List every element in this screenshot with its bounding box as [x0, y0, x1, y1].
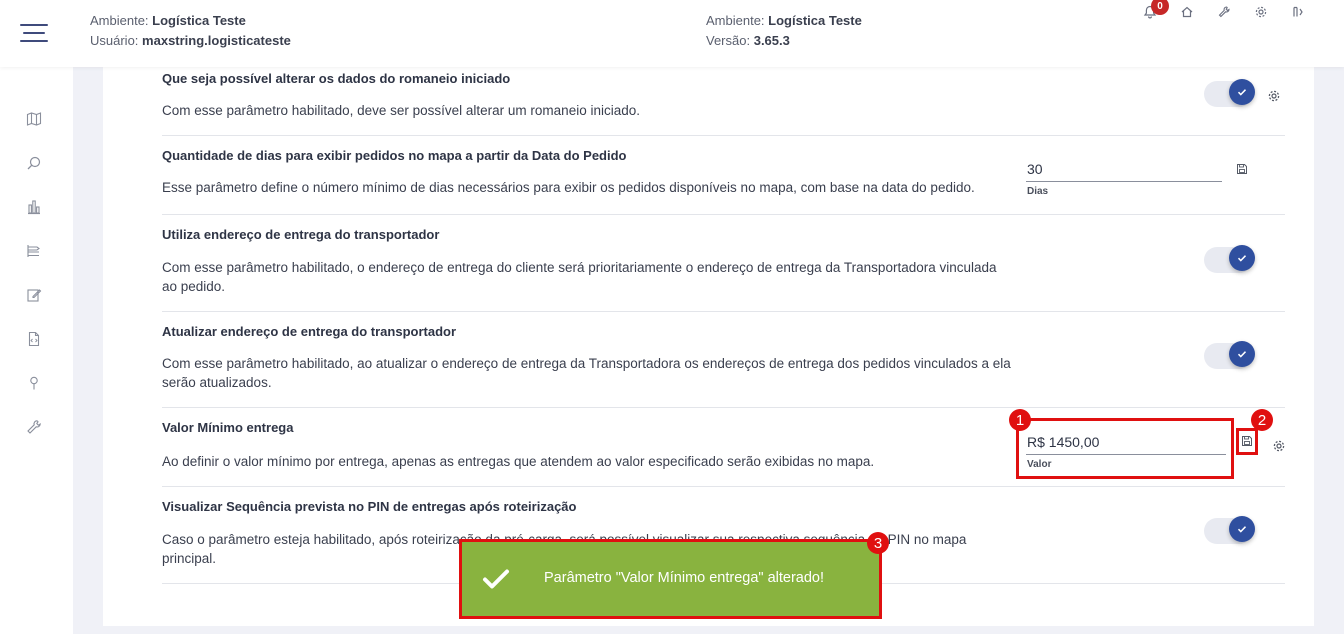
param-toggle[interactable]	[1204, 341, 1256, 369]
param-title: Atualizar endereço de entrega do transpo…	[162, 324, 457, 339]
sidebar-item-edit[interactable]	[24, 285, 44, 305]
sidebar-item-locations[interactable]	[24, 373, 44, 393]
divider	[162, 407, 1285, 408]
param-settings-button[interactable]	[1266, 88, 1282, 104]
home-icon	[1181, 6, 1192, 18]
annotation-marker: 1	[1009, 409, 1031, 431]
sidebar-item-documents[interactable]	[24, 329, 44, 349]
logout-button[interactable]	[1279, 1, 1316, 23]
sidebar-item-map[interactable]	[24, 109, 44, 129]
param-toggle[interactable]	[1204, 245, 1256, 273]
document-icon	[28, 331, 40, 347]
gear-icon	[1273, 440, 1285, 452]
toast-message: Parâmetro "Valor Mínimo entrega" alterad…	[544, 570, 825, 586]
top-bar: Ambiente: Logística Teste Usuário: maxst…	[0, 0, 1344, 67]
map-icon	[26, 112, 42, 126]
param-title: Visualizar Sequência prevista no PIN de …	[162, 499, 577, 514]
divider	[162, 135, 1285, 136]
user-label: Usuário:	[90, 33, 139, 48]
check-icon	[483, 569, 509, 589]
param-toggle[interactable]	[1204, 516, 1256, 544]
annotation-marker: 3	[867, 532, 889, 554]
param-title: Utiliza endereço de entrega do transport…	[162, 227, 440, 242]
settings-button[interactable]	[1242, 1, 1279, 23]
notifications-button[interactable]: 0	[1131, 0, 1169, 23]
days-field: 30 Dias	[1026, 158, 1222, 197]
check-icon	[1237, 89, 1247, 96]
menu-line-icon	[23, 32, 45, 34]
toggle-knob	[1229, 245, 1255, 271]
env-value: Logística Teste	[768, 13, 862, 28]
tools-button[interactable]	[1205, 1, 1242, 23]
env-value: Logística Teste	[152, 13, 246, 28]
check-icon	[1237, 526, 1247, 533]
param-description: Com esse parâmetro habilitado, ao atuali…	[162, 356, 1011, 390]
highlight-box	[1016, 418, 1234, 479]
version-info: Ambiente: Logística Teste Versão: 3.65.3	[706, 11, 862, 51]
chart-icon	[28, 200, 40, 215]
notification-badge: 0	[1151, 0, 1169, 15]
user-value: maxstring.logisticateste	[142, 33, 291, 48]
days-field-label: Dias	[1027, 186, 1049, 197]
param-description: Com esse parâmetro habilitado, deve ser …	[162, 103, 640, 118]
gear-icon	[1268, 90, 1280, 102]
menu-toggle-button[interactable]	[20, 24, 48, 42]
version-value: 3.65.3	[753, 33, 790, 48]
env-label: Ambiente:	[706, 13, 765, 28]
menu-line-icon	[20, 24, 48, 26]
toggle-knob	[1229, 516, 1255, 542]
pin-icon	[30, 376, 38, 390]
param-description: Com esse parâmetro habilitado, o endereç…	[162, 260, 997, 294]
tools-icon	[27, 420, 41, 434]
days-input[interactable]: 30	[1026, 158, 1222, 182]
edit-icon	[27, 289, 42, 302]
environment-info: Ambiente: Logística Teste Usuário: maxst…	[90, 11, 291, 51]
success-toast: Parâmetro "Valor Mínimo entrega" alterad…	[459, 539, 882, 619]
divider	[162, 311, 1285, 312]
check-icon	[1237, 351, 1247, 358]
top-icons: 0	[1131, 0, 1316, 24]
divider	[162, 486, 1285, 487]
param-toggle[interactable]	[1204, 79, 1256, 107]
list-icon	[27, 245, 40, 257]
param-title: Quantidade de dias para exibir pedidos n…	[162, 148, 627, 163]
search-icon	[27, 156, 41, 170]
highlight-box	[1236, 428, 1258, 455]
sidebar	[0, 67, 73, 634]
check-icon	[1237, 255, 1247, 262]
env-label: Ambiente:	[90, 13, 149, 28]
param-title: Que seja possível alterar os dados do ro…	[162, 71, 511, 86]
sidebar-item-routes[interactable]	[24, 241, 44, 261]
toggle-knob	[1229, 79, 1255, 105]
divider	[162, 214, 1285, 215]
annotation-marker: 2	[1251, 409, 1273, 431]
param-description: Esse parâmetro define o número mínimo de…	[162, 180, 975, 195]
wrench-icon	[1218, 6, 1230, 18]
gear-icon	[1255, 6, 1266, 18]
logout-icon	[1292, 6, 1303, 17]
save-icon	[1237, 164, 1247, 174]
version-label: Versão:	[706, 33, 751, 48]
save-button[interactable]	[1235, 162, 1249, 176]
home-button[interactable]	[1168, 1, 1205, 23]
toggle-knob	[1229, 341, 1255, 367]
sidebar-item-search[interactable]	[24, 153, 44, 173]
menu-line-icon	[20, 40, 48, 42]
sidebar-item-reports[interactable]	[24, 197, 44, 217]
param-settings-button[interactable]	[1271, 438, 1287, 454]
param-description: Ao definir o valor mínimo por entrega, a…	[162, 454, 875, 469]
param-title: Valor Mínimo entrega	[162, 420, 294, 435]
sidebar-item-tools[interactable]	[24, 417, 44, 437]
